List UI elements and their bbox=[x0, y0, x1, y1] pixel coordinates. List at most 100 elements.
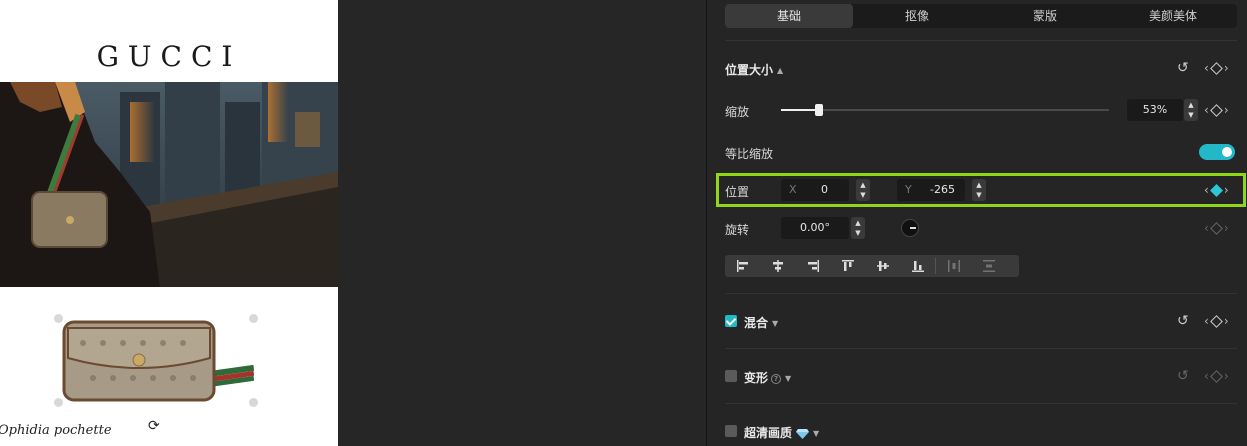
next-keyframe-icon[interactable]: › bbox=[1224, 314, 1229, 328]
position-x-input[interactable]: X 0 bbox=[781, 179, 849, 201]
hd-quality-checkbox[interactable] bbox=[725, 425, 737, 437]
y-axis-label: Y bbox=[905, 183, 912, 196]
lifestyle-photo-art bbox=[0, 82, 338, 287]
caret-down-icon: ▼ bbox=[813, 429, 820, 438]
tab-beauty[interactable]: 美颜美体 bbox=[1109, 4, 1237, 28]
scale-slider[interactable] bbox=[781, 104, 1109, 116]
position-label: 位置 bbox=[725, 185, 750, 199]
next-keyframe-icon[interactable]: › bbox=[1224, 221, 1229, 235]
align-bottom-button[interactable] bbox=[900, 255, 935, 277]
prev-keyframe-icon[interactable]: ‹ bbox=[1204, 369, 1209, 383]
scale-slider-thumb[interactable] bbox=[815, 104, 824, 116]
position-size-title: 位置大小 bbox=[725, 63, 774, 77]
toggle-knob bbox=[1222, 147, 1232, 157]
hd-quality-section-header[interactable]: 超清画质 ▼ bbox=[744, 424, 819, 441]
position-x-stepper[interactable]: ▲ ▼ bbox=[856, 179, 870, 201]
hd-quality-label: 超清画质 bbox=[744, 426, 793, 440]
blend-reset-icon[interactable]: ↺ bbox=[1177, 313, 1189, 329]
prev-keyframe-icon[interactable]: ‹ bbox=[1204, 61, 1209, 75]
prev-keyframe-icon[interactable]: ‹ bbox=[1204, 183, 1209, 197]
keyframe-diamond-icon[interactable] bbox=[1209, 221, 1223, 235]
align-left-button[interactable] bbox=[725, 255, 760, 277]
keyframe-diamond-active-icon[interactable] bbox=[1209, 183, 1223, 197]
transform-reset-icon[interactable]: ↺ bbox=[1177, 368, 1189, 384]
alignment-toolbar bbox=[725, 255, 1019, 277]
position-keyframe-controls: ‹ › bbox=[1204, 183, 1229, 197]
resize-handle-bottom-right[interactable] bbox=[249, 398, 258, 407]
y-value: -265 bbox=[930, 183, 955, 196]
uniform-scale-toggle[interactable] bbox=[1199, 144, 1235, 160]
distribute-vertical-button[interactable] bbox=[971, 255, 1006, 277]
next-keyframe-icon[interactable]: › bbox=[1224, 103, 1229, 117]
caret-down-icon: ▼ bbox=[785, 374, 792, 383]
uniform-scale-label: 等比缩放 bbox=[725, 147, 774, 161]
rotation-dial-needle bbox=[910, 227, 916, 229]
preview-canvas[interactable]: GUCCI Ophidia pochette ⟳ bbox=[0, 0, 338, 446]
canvas-workspace bbox=[338, 0, 706, 446]
tab-basic[interactable]: 基础 bbox=[725, 4, 853, 28]
align-center-horizontal-button[interactable] bbox=[760, 255, 795, 277]
product-caption: Ophidia pochette bbox=[0, 423, 112, 438]
scale-stepper[interactable]: ▲ ▼ bbox=[1184, 99, 1198, 121]
align-right-button[interactable] bbox=[795, 255, 830, 277]
rotate-handle-icon[interactable]: ⟳ bbox=[148, 418, 160, 434]
distribute-vertical-icon bbox=[982, 260, 995, 272]
position-size-section-header[interactable]: 位置大小 ▲ bbox=[725, 61, 783, 78]
divider bbox=[725, 348, 1237, 349]
rotation-input[interactable]: 0.00° bbox=[781, 217, 849, 239]
divider bbox=[725, 403, 1237, 404]
product-bag-image[interactable] bbox=[58, 318, 254, 403]
x-axis-label: X bbox=[789, 183, 797, 196]
distribute-horizontal-button[interactable] bbox=[936, 255, 971, 277]
caret-up-icon: ▲ bbox=[777, 66, 784, 75]
transform-keyframe-controls: ‹ › bbox=[1204, 369, 1229, 383]
align-middle-vertical-button[interactable] bbox=[865, 255, 900, 277]
next-keyframe-icon[interactable]: › bbox=[1224, 61, 1229, 75]
transform-label: 变形 bbox=[744, 371, 769, 385]
align-top-button[interactable] bbox=[830, 255, 865, 277]
next-keyframe-icon[interactable]: › bbox=[1224, 369, 1229, 383]
position-y-input[interactable]: Y -265 bbox=[897, 179, 965, 201]
tab-cutout[interactable]: 抠像 bbox=[853, 4, 981, 28]
align-center-horizontal-icon bbox=[772, 260, 783, 272]
prev-keyframe-icon[interactable]: ‹ bbox=[1204, 221, 1209, 235]
keyframe-diamond-icon[interactable] bbox=[1209, 369, 1223, 383]
scale-slider-fill bbox=[781, 109, 820, 111]
transform-checkbox[interactable] bbox=[725, 370, 737, 382]
keyframe-diamond-icon[interactable] bbox=[1209, 61, 1223, 75]
transform-section-header[interactable]: 变形? ▼ bbox=[744, 369, 791, 386]
reset-icon[interactable]: ↺ bbox=[1177, 60, 1189, 76]
resize-handle-top-right[interactable] bbox=[249, 314, 258, 323]
scale-value-input[interactable]: 53% bbox=[1127, 99, 1183, 121]
keyframe-diamond-icon[interactable] bbox=[1209, 314, 1223, 328]
blend-keyframe-controls: ‹ › bbox=[1204, 314, 1229, 328]
tab-mask[interactable]: 蒙版 bbox=[981, 4, 1109, 28]
rotation-stepper[interactable]: ▲ ▼ bbox=[851, 217, 865, 239]
next-keyframe-icon[interactable]: › bbox=[1224, 183, 1229, 197]
blend-label: 混合 bbox=[744, 316, 769, 330]
distribute-horizontal-icon bbox=[947, 260, 960, 272]
blend-section-header[interactable]: 混合 ▼ bbox=[744, 314, 778, 331]
help-icon[interactable]: ? bbox=[771, 373, 782, 384]
rotation-label: 旋转 bbox=[725, 223, 750, 237]
align-middle-vertical-icon bbox=[876, 261, 889, 271]
divider bbox=[725, 293, 1237, 294]
blend-checkbox[interactable] bbox=[725, 315, 737, 327]
keyframe-diamond-icon[interactable] bbox=[1209, 103, 1223, 117]
keyframe-controls: ‹ › bbox=[1204, 61, 1229, 75]
position-y-stepper[interactable]: ▲ ▼ bbox=[972, 179, 986, 201]
prev-keyframe-icon[interactable]: ‹ bbox=[1204, 103, 1209, 117]
panel-tabs: 基础 抠像 蒙版 美颜美体 bbox=[725, 4, 1237, 28]
align-bottom-icon bbox=[911, 261, 924, 272]
resize-handle-top-left[interactable] bbox=[54, 314, 63, 323]
rotation-dial[interactable] bbox=[901, 219, 919, 237]
prev-keyframe-icon[interactable]: ‹ bbox=[1204, 314, 1209, 328]
resize-handle-bottom-left[interactable] bbox=[54, 398, 63, 407]
x-value: 0 bbox=[821, 183, 828, 196]
align-left-icon bbox=[736, 260, 748, 272]
properties-panel: 基础 抠像 蒙版 美颜美体 位置大小 ▲ ↺ ‹ › 缩放 53% ▲ ▼ ‹ › bbox=[706, 0, 1247, 446]
align-right-icon bbox=[807, 260, 819, 272]
divider bbox=[725, 40, 1237, 41]
caret-down-icon: ▼ bbox=[772, 319, 779, 328]
scale-label: 缩放 bbox=[725, 105, 750, 119]
